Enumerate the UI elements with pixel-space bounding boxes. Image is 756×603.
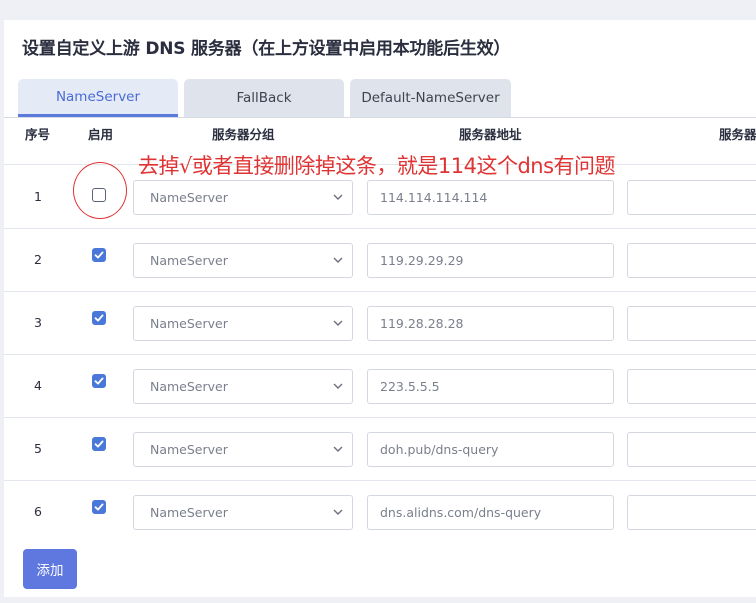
server-address-input[interactable]: dns.alidns.com/dns-query xyxy=(367,495,614,530)
server-group-select[interactable]: NameServer xyxy=(133,369,353,404)
server-extra-input[interactable] xyxy=(627,495,756,530)
enabled-checkbox[interactable] xyxy=(92,437,106,451)
check-icon xyxy=(94,377,104,385)
annotation-text: 去掉√或者直接删除掉这条，就是114这个dns有问题 xyxy=(138,154,616,178)
check-icon xyxy=(94,314,104,322)
row-index: 3 xyxy=(34,315,42,330)
add-button[interactable]: 添加 xyxy=(23,549,77,589)
column-header-address: 服务器地址 xyxy=(459,127,522,142)
column-header-index: 序号 xyxy=(25,127,51,142)
table-row: 4 NameServer 223.5.5.5 xyxy=(4,355,756,417)
server-extra-input[interactable] xyxy=(627,432,756,467)
server-group-select[interactable]: NameServer xyxy=(133,180,353,215)
annotation-circle xyxy=(73,162,127,219)
tab-default-nameserver[interactable]: Default-NameServer xyxy=(350,79,511,117)
server-address-input[interactable]: 114.114.114.114 xyxy=(367,180,614,215)
chevron-down-icon xyxy=(333,257,343,263)
chevron-down-icon xyxy=(333,320,343,326)
server-address-input[interactable]: 119.28.28.28 xyxy=(367,306,614,341)
server-address-input[interactable]: doh.pub/dns-query xyxy=(367,432,614,467)
server-group-value: NameServer xyxy=(150,442,228,457)
server-extra-input[interactable] xyxy=(627,306,756,341)
server-group-select[interactable]: NameServer xyxy=(133,495,353,530)
section-title: 设置自定义上游 DNS 服务器（在上方设置中启用本功能后生效） xyxy=(22,39,511,59)
tab-fallback[interactable]: FallBack xyxy=(184,79,344,117)
server-group-select[interactable]: NameServer xyxy=(133,243,353,278)
check-icon xyxy=(94,251,104,259)
server-group-value: NameServer xyxy=(150,505,228,520)
table-header-divider xyxy=(4,117,756,118)
table-row: 5 NameServer doh.pub/dns-query xyxy=(4,418,756,480)
table-row: 3 NameServer 119.28.28.28 xyxy=(4,292,756,354)
row-index: 2 xyxy=(34,252,42,267)
bottom-strip xyxy=(0,597,756,603)
server-address-input[interactable]: 119.29.29.29 xyxy=(367,243,614,278)
enabled-checkbox[interactable] xyxy=(92,248,106,262)
server-address-input[interactable]: 223.5.5.5 xyxy=(367,369,614,404)
chevron-down-icon xyxy=(333,446,343,452)
chevron-down-icon xyxy=(333,194,343,200)
server-group-select[interactable]: NameServer xyxy=(133,432,353,467)
tab-nameserver[interactable]: NameServer xyxy=(18,79,178,117)
check-icon xyxy=(94,503,104,511)
table-row: 6 NameServer dns.alidns.com/dns-query xyxy=(4,481,756,543)
chevron-down-icon xyxy=(333,383,343,389)
server-group-select[interactable]: NameServer xyxy=(133,306,353,341)
server-group-value: NameServer xyxy=(150,253,228,268)
server-group-value: NameServer xyxy=(150,379,228,394)
enabled-checkbox[interactable] xyxy=(92,311,106,325)
server-extra-input[interactable] xyxy=(627,180,756,215)
server-extra-input[interactable] xyxy=(627,369,756,404)
row-index: 6 xyxy=(34,504,42,519)
column-header-enabled: 启用 xyxy=(88,127,114,142)
table-row: 2 NameServer 119.29.29.29 xyxy=(4,229,756,291)
check-icon xyxy=(94,440,104,448)
enabled-checkbox[interactable] xyxy=(92,374,106,388)
column-header-server: 服务器 xyxy=(719,127,756,142)
server-group-value: NameServer xyxy=(150,190,228,205)
chevron-down-icon xyxy=(333,509,343,515)
row-index: 5 xyxy=(34,441,42,456)
server-extra-input[interactable] xyxy=(627,243,756,278)
row-index: 1 xyxy=(34,189,42,204)
row-index: 4 xyxy=(34,378,42,393)
server-group-value: NameServer xyxy=(150,316,228,331)
column-header-group: 服务器分组 xyxy=(212,127,275,142)
enabled-checkbox[interactable] xyxy=(92,500,106,514)
